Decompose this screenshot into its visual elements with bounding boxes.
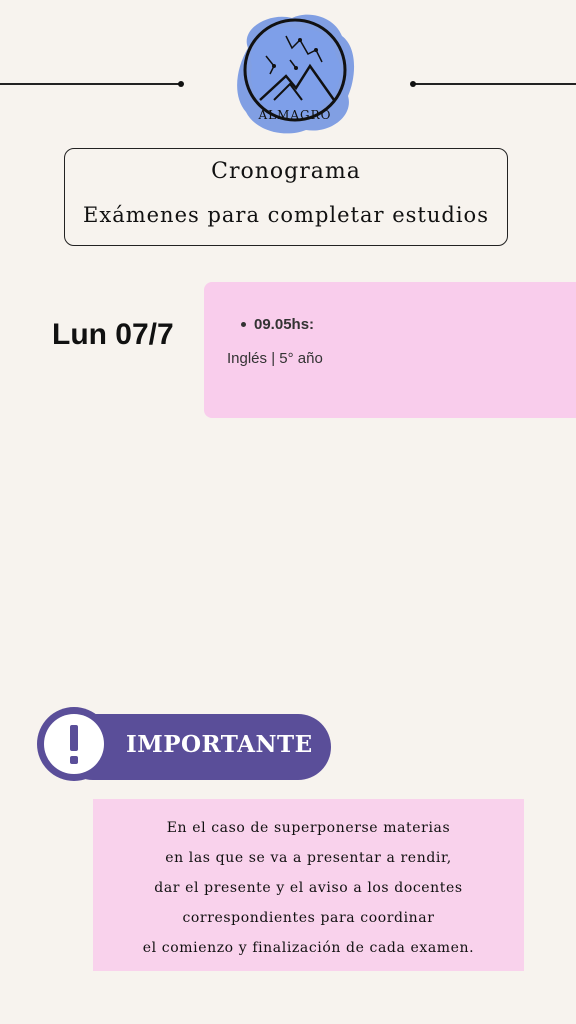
decorative-dot-left <box>178 81 184 87</box>
note-line: en las que se va a presentar a rendir, <box>165 850 452 866</box>
bullet-icon <box>241 322 246 327</box>
almagro-logo: ALMAGRO <box>237 14 355 134</box>
schedule-event-card: 09.05hs: Inglés | 5° año <box>204 282 576 418</box>
schedule-date: Lun 07/7 <box>52 318 174 351</box>
decorative-dot-right <box>410 81 416 87</box>
decorative-line-right <box>413 83 576 85</box>
decorative-line-left <box>0 83 180 85</box>
event-subject: Inglés | 5° año <box>227 350 323 367</box>
exclamation-icon <box>37 707 111 781</box>
title-line-1: Cronograma <box>211 159 361 184</box>
note-line: el comienzo y finalización de cada exame… <box>142 940 475 956</box>
note-line: En el caso de superponerse materias <box>166 820 451 836</box>
important-note: En el caso de superponerse materias en l… <box>93 799 524 971</box>
important-label: IMPORTANTE <box>126 731 313 758</box>
title-line-2: Exámenes para completar estudios <box>83 203 489 227</box>
logo-text: ALMAGRO <box>257 108 331 122</box>
note-line: correspondientes para coordinar <box>182 910 435 926</box>
event-time: 09.05hs: <box>254 316 315 333</box>
title-card: Cronograma Exámenes para completar estud… <box>64 148 508 246</box>
note-line: dar el presente y el aviso a los docente… <box>154 880 463 896</box>
